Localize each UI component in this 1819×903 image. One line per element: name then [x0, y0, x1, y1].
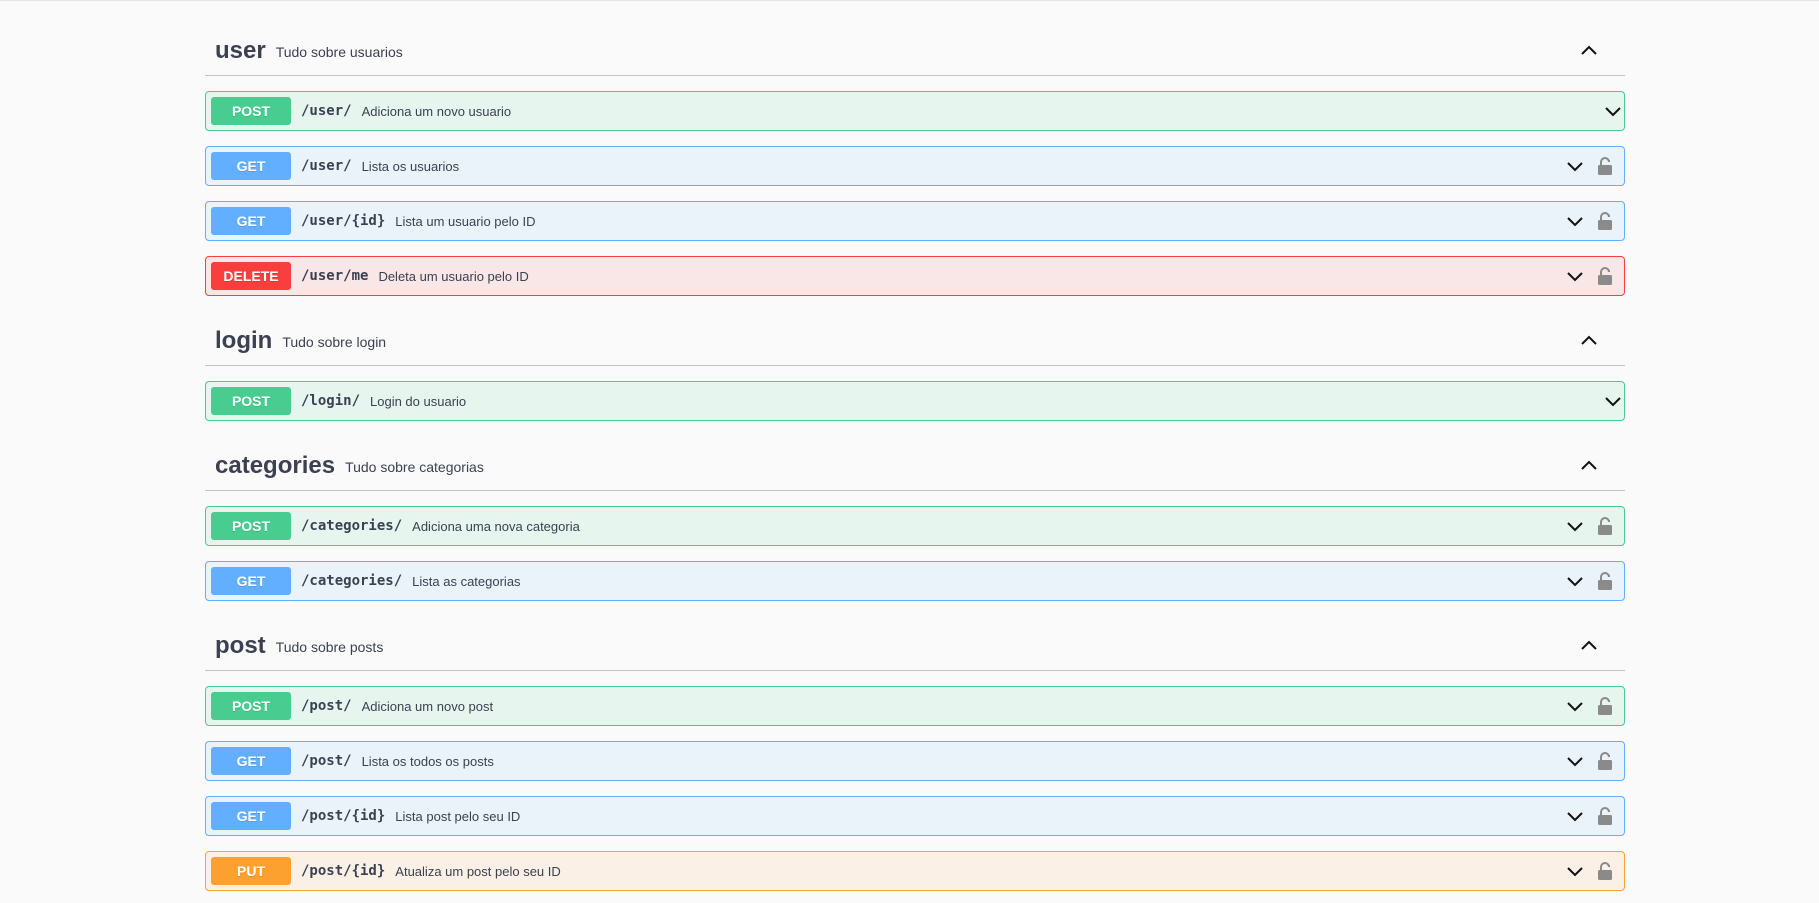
chevron-up-icon[interactable] — [1577, 39, 1601, 63]
operation-controls — [1602, 382, 1624, 420]
lock-icon[interactable] — [1596, 155, 1614, 177]
chevron-down-icon[interactable] — [1602, 390, 1624, 412]
operation-path: /user/{id} — [301, 213, 386, 229]
lock-icon[interactable] — [1596, 210, 1614, 232]
operation-summary: Adiciona uma nova categoria — [412, 518, 580, 534]
operation-controls — [1564, 742, 1624, 780]
tag-description: Tudo sobre posts — [275, 639, 384, 655]
operation-controls — [1564, 797, 1624, 835]
lock-icon[interactable] — [1596, 515, 1614, 537]
chevron-down-icon[interactable] — [1564, 515, 1586, 537]
lock-icon[interactable] — [1596, 860, 1614, 882]
operation-controls — [1564, 147, 1624, 185]
operation-summary: Lista post pelo seu ID — [395, 808, 521, 824]
operation-controls — [1564, 852, 1624, 890]
operation-put-row[interactable]: PUT/post/{id} Atualiza um post pelo seu I… — [205, 851, 1625, 891]
operation-path: /categories/ — [301, 573, 403, 589]
tag-name: post — [215, 631, 266, 659]
operation-controls — [1564, 507, 1624, 545]
operation-get-row[interactable]: GET/categories/Lista as categorias — [205, 561, 1625, 601]
method-badge: GET — [211, 567, 291, 595]
chevron-up-icon[interactable] — [1577, 329, 1601, 353]
chevron-down-icon[interactable] — [1564, 695, 1586, 717]
method-badge: POST — [211, 387, 291, 415]
operation-summary: Lista os todos os posts — [361, 753, 494, 769]
operation-summary: Adiciona um novo post — [361, 698, 494, 714]
chevron-up-icon[interactable] — [1577, 634, 1601, 658]
tag-description: Tudo sobre usuarios — [275, 44, 403, 60]
chevron-down-icon[interactable] — [1564, 860, 1586, 882]
operation-path: /post/ — [301, 753, 352, 769]
operation-controls — [1564, 202, 1624, 240]
operation-post-row[interactable]: POST/login/Login do usuario — [205, 381, 1625, 421]
method-badge: DELETE — [211, 262, 291, 290]
chevron-down-icon[interactable] — [1564, 750, 1586, 772]
method-badge: GET — [211, 747, 291, 775]
tag-header-categories[interactable]: categories Tudo sobre categorias — [205, 441, 1625, 491]
operation-summary: Deleta um usuario pelo ID — [378, 268, 529, 284]
method-badge: GET — [211, 207, 291, 235]
swagger-ui: user Tudo sobre usuarios POST/user/Adicion… — [0, 0, 1819, 903]
operation-delete-row[interactable]: DELETE/user/me Deleta um usuario pelo ID — [205, 256, 1625, 296]
operation-post-row[interactable]: POST/categories/Adiciona uma nova catego… — [205, 506, 1625, 546]
chevron-down-icon[interactable] — [1602, 100, 1624, 122]
tag-name: user — [215, 36, 266, 64]
operation-get-row[interactable]: GET/post/{id} Lista post pelo seu ID — [205, 796, 1625, 836]
operation-get-row[interactable]: GET/user/Lista os usuarios — [205, 146, 1625, 186]
operation-controls — [1564, 257, 1624, 295]
operation-summary: Atualiza um post pelo seu ID — [395, 863, 561, 879]
lock-icon[interactable] — [1596, 805, 1614, 827]
operation-controls — [1602, 92, 1624, 130]
tag-header-user[interactable]: user Tudo sobre usuarios — [205, 26, 1625, 76]
method-badge: GET — [211, 152, 291, 180]
lock-icon[interactable] — [1596, 750, 1614, 772]
method-badge: POST — [211, 512, 291, 540]
operation-path: /post/{id} — [301, 863, 386, 879]
operation-get-row[interactable]: GET/post/Lista os todos os posts — [205, 741, 1625, 781]
operation-post-row[interactable]: POST/user/Adiciona um novo usuario — [205, 91, 1625, 131]
tag-name: categories — [215, 451, 336, 479]
operation-path: /user/ — [301, 158, 352, 174]
method-badge: POST — [211, 97, 291, 125]
lock-icon[interactable] — [1596, 695, 1614, 717]
operation-summary: Lista as categorias — [412, 573, 521, 589]
tag-header-login[interactable]: login Tudo sobre login — [205, 316, 1625, 366]
chevron-down-icon[interactable] — [1564, 210, 1586, 232]
operation-summary: Lista os usuarios — [361, 158, 460, 174]
chevron-down-icon[interactable] — [1564, 265, 1586, 287]
operation-path: /user/ — [301, 103, 352, 119]
method-badge: PUT — [211, 857, 291, 885]
operation-path: /post/ — [301, 698, 352, 714]
chevron-down-icon[interactable] — [1564, 805, 1586, 827]
operation-path: /login/ — [301, 393, 361, 409]
operation-get-row[interactable]: GET/user/{id} Lista um usuario pelo ID — [205, 201, 1625, 241]
chevron-down-icon[interactable] — [1564, 155, 1586, 177]
tag-description: Tudo sobre login — [282, 334, 387, 350]
lock-icon[interactable] — [1596, 265, 1614, 287]
tag-header-post[interactable]: post Tudo sobre posts — [205, 621, 1625, 671]
operation-path: /user/me — [301, 268, 369, 284]
operation-controls — [1564, 687, 1624, 725]
tag-name: login — [215, 326, 273, 354]
chevron-up-icon[interactable] — [1577, 454, 1601, 478]
operation-summary: Lista um usuario pelo ID — [395, 213, 536, 229]
operation-path: /post/{id} — [301, 808, 386, 824]
operation-summary: Login do usuario — [370, 393, 467, 409]
method-badge: GET — [211, 802, 291, 830]
tag-description: Tudo sobre categorias — [345, 459, 484, 475]
lock-icon[interactable] — [1596, 570, 1614, 592]
method-badge: POST — [211, 692, 291, 720]
operation-summary: Adiciona um novo usuario — [361, 103, 512, 119]
operation-path: /categories/ — [301, 518, 403, 534]
chevron-down-icon[interactable] — [1564, 570, 1586, 592]
operation-post-row[interactable]: POST/post/Adiciona um novo post — [205, 686, 1625, 726]
operation-controls — [1564, 562, 1624, 600]
